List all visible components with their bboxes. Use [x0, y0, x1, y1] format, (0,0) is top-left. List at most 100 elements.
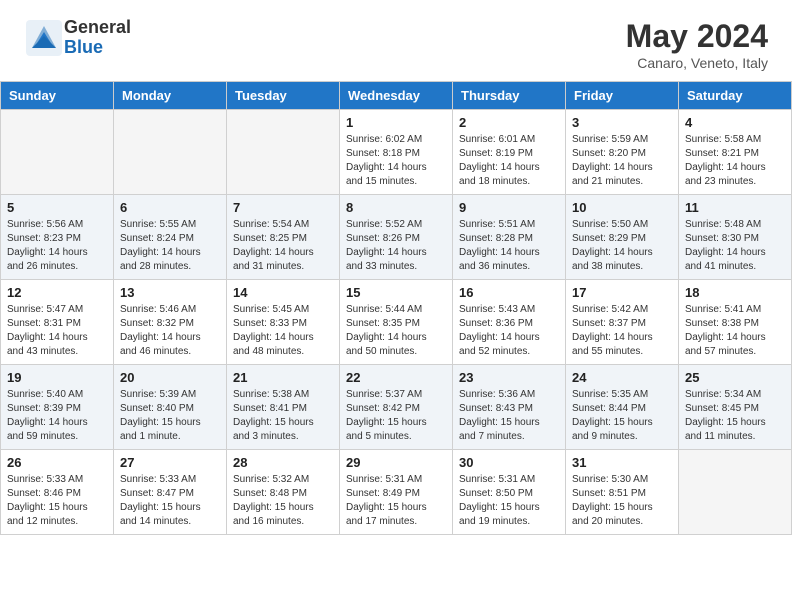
calendar-cell: 9 Sunrise: 5:51 AMSunset: 8:28 PMDaylight…: [453, 195, 566, 280]
location: Canaro, Veneto, Italy: [626, 55, 768, 71]
day-number: 22: [346, 370, 446, 385]
day-number: 8: [346, 200, 446, 215]
calendar-cell: 24Sunrise: 5:35 AMSunset: 8:44 PMDayligh…: [566, 365, 679, 450]
day-info: Sunrise: 5:47 AMSunset: 8:31 PMDaylight:…: [7, 303, 107, 359]
logo-icon: [24, 18, 64, 58]
calendar-cell: 27 Sunrise: 5:33 AMSunset: 8:47 PMDayligh…: [114, 450, 227, 535]
calendar-cell: 19 Sunrise: 5:40 AMSunset: 8:39 PMDayligh…: [1, 365, 114, 450]
day-number: 28: [233, 455, 333, 470]
calendar-week-row: 12 Sunrise: 5:47 AMSunset: 8:31 PMDayligh…: [1, 280, 792, 365]
logo-blue-text: Blue: [64, 38, 131, 58]
day-info: Sunrise: 6:02 AMSunset: 8:18 PMDaylight:…: [346, 133, 446, 189]
calendar-table: SundayMondayTuesdayWednesdayThursdayFrid…: [0, 81, 792, 535]
day-number: 6: [120, 200, 220, 215]
day-number: 20: [120, 370, 220, 385]
day-info: Sunrise: 5:59 AMSunset: 8:20 PMDaylight:…: [572, 133, 672, 189]
day-number: 24: [572, 370, 672, 385]
calendar-cell: 31Sunrise: 5:30 AMSunset: 8:51 PMDayligh…: [566, 450, 679, 535]
day-number: 25: [685, 370, 785, 385]
calendar-week-row: 1 Sunrise: 6:02 AMSunset: 8:18 PMDaylight…: [1, 110, 792, 195]
calendar-cell: [1, 110, 114, 195]
day-number: 5: [7, 200, 107, 215]
calendar-cell: 11Sunrise: 5:48 AMSunset: 8:30 PMDayligh…: [679, 195, 792, 280]
day-info: Sunrise: 6:01 AMSunset: 8:19 PMDaylight:…: [459, 133, 559, 189]
col-header-friday: Friday: [566, 82, 679, 110]
day-number: 12: [7, 285, 107, 300]
calendar-week-row: 19 Sunrise: 5:40 AMSunset: 8:39 PMDayligh…: [1, 365, 792, 450]
col-header-wednesday: Wednesday: [340, 82, 453, 110]
calendar-week-row: 5 Sunrise: 5:56 AMSunset: 8:23 PMDaylight…: [1, 195, 792, 280]
calendar-cell: 28 Sunrise: 5:32 AMSunset: 8:48 PMDayligh…: [227, 450, 340, 535]
calendar-cell: 15 Sunrise: 5:44 AMSunset: 8:35 PMDayligh…: [340, 280, 453, 365]
calendar-cell: [679, 450, 792, 535]
logo-text: General Blue: [64, 18, 131, 58]
day-number: 2: [459, 115, 559, 130]
day-info: Sunrise: 5:55 AMSunset: 8:24 PMDaylight:…: [120, 218, 220, 274]
day-number: 1: [346, 115, 446, 130]
day-number: 26: [7, 455, 107, 470]
calendar-cell: 17 Sunrise: 5:42 AMSunset: 8:37 PMDayligh…: [566, 280, 679, 365]
day-info: Sunrise: 5:56 AMSunset: 8:23 PMDaylight:…: [7, 218, 107, 274]
day-number: 17: [572, 285, 672, 300]
day-number: 9: [459, 200, 559, 215]
day-number: 21: [233, 370, 333, 385]
day-number: 30: [459, 455, 559, 470]
day-number: 4: [685, 115, 785, 130]
day-number: 31: [572, 455, 672, 470]
day-info: Sunrise: 5:46 AMSunset: 8:32 PMDaylight:…: [120, 303, 220, 359]
col-header-thursday: Thursday: [453, 82, 566, 110]
month-title: May 2024: [626, 18, 768, 55]
page-header: General Blue May 2024 Canaro, Veneto, It…: [0, 0, 792, 81]
col-header-sunday: Sunday: [1, 82, 114, 110]
day-info: Sunrise: 5:32 AMSunset: 8:48 PMDaylight:…: [233, 473, 333, 529]
calendar-week-row: 26 Sunrise: 5:33 AMSunset: 8:46 PMDayligh…: [1, 450, 792, 535]
calendar-cell: 30 Sunrise: 5:31 AMSunset: 8:50 PMDayligh…: [453, 450, 566, 535]
day-info: Sunrise: 5:43 AMSunset: 8:36 PMDaylight:…: [459, 303, 559, 359]
day-number: 23: [459, 370, 559, 385]
day-number: 27: [120, 455, 220, 470]
calendar-cell: 23Sunrise: 5:36 AMSunset: 8:43 PMDayligh…: [453, 365, 566, 450]
calendar-cell: 22 Sunrise: 5:37 AMSunset: 8:42 PMDayligh…: [340, 365, 453, 450]
day-number: 15: [346, 285, 446, 300]
title-block: May 2024 Canaro, Veneto, Italy: [626, 18, 768, 71]
day-info: Sunrise: 5:42 AMSunset: 8:37 PMDaylight:…: [572, 303, 672, 359]
calendar-cell: 16Sunrise: 5:43 AMSunset: 8:36 PMDayligh…: [453, 280, 566, 365]
calendar-cell: 4 Sunrise: 5:58 AMSunset: 8:21 PMDaylight…: [679, 110, 792, 195]
day-number: 7: [233, 200, 333, 215]
day-info: Sunrise: 5:50 AMSunset: 8:29 PMDaylight:…: [572, 218, 672, 274]
calendar-cell: 12 Sunrise: 5:47 AMSunset: 8:31 PMDayligh…: [1, 280, 114, 365]
calendar-cell: 5 Sunrise: 5:56 AMSunset: 8:23 PMDaylight…: [1, 195, 114, 280]
logo-general-text: General: [64, 18, 131, 38]
calendar-cell: 1 Sunrise: 6:02 AMSunset: 8:18 PMDaylight…: [340, 110, 453, 195]
day-number: 13: [120, 285, 220, 300]
day-number: 14: [233, 285, 333, 300]
day-info: Sunrise: 5:31 AMSunset: 8:50 PMDaylight:…: [459, 473, 559, 529]
calendar-cell: 8 Sunrise: 5:52 AMSunset: 8:26 PMDaylight…: [340, 195, 453, 280]
day-info: Sunrise: 5:39 AMSunset: 8:40 PMDaylight:…: [120, 388, 220, 444]
day-info: Sunrise: 5:40 AMSunset: 8:39 PMDaylight:…: [7, 388, 107, 444]
day-info: Sunrise: 5:33 AMSunset: 8:47 PMDaylight:…: [120, 473, 220, 529]
day-info: Sunrise: 5:44 AMSunset: 8:35 PMDaylight:…: [346, 303, 446, 359]
calendar-cell: 18Sunrise: 5:41 AMSunset: 8:38 PMDayligh…: [679, 280, 792, 365]
calendar-cell: 7 Sunrise: 5:54 AMSunset: 8:25 PMDaylight…: [227, 195, 340, 280]
calendar-cell: 2 Sunrise: 6:01 AMSunset: 8:19 PMDaylight…: [453, 110, 566, 195]
calendar-cell: 25Sunrise: 5:34 AMSunset: 8:45 PMDayligh…: [679, 365, 792, 450]
day-number: 11: [685, 200, 785, 215]
calendar-cell: 6 Sunrise: 5:55 AMSunset: 8:24 PMDaylight…: [114, 195, 227, 280]
calendar-cell: 10 Sunrise: 5:50 AMSunset: 8:29 PMDayligh…: [566, 195, 679, 280]
col-header-monday: Monday: [114, 82, 227, 110]
day-info: Sunrise: 5:41 AMSunset: 8:38 PMDaylight:…: [685, 303, 785, 359]
day-info: Sunrise: 5:38 AMSunset: 8:41 PMDaylight:…: [233, 388, 333, 444]
day-info: Sunrise: 5:54 AMSunset: 8:25 PMDaylight:…: [233, 218, 333, 274]
day-info: Sunrise: 5:52 AMSunset: 8:26 PMDaylight:…: [346, 218, 446, 274]
calendar-cell: 29Sunrise: 5:31 AMSunset: 8:49 PMDayligh…: [340, 450, 453, 535]
day-info: Sunrise: 5:51 AMSunset: 8:28 PMDaylight:…: [459, 218, 559, 274]
col-header-tuesday: Tuesday: [227, 82, 340, 110]
day-info: Sunrise: 5:33 AMSunset: 8:46 PMDaylight:…: [7, 473, 107, 529]
calendar-cell: 20 Sunrise: 5:39 AMSunset: 8:40 PMDayligh…: [114, 365, 227, 450]
day-number: 10: [572, 200, 672, 215]
day-number: 19: [7, 370, 107, 385]
calendar-header-row: SundayMondayTuesdayWednesdayThursdayFrid…: [1, 82, 792, 110]
day-info: Sunrise: 5:58 AMSunset: 8:21 PMDaylight:…: [685, 133, 785, 189]
day-info: Sunrise: 5:37 AMSunset: 8:42 PMDaylight:…: [346, 388, 446, 444]
